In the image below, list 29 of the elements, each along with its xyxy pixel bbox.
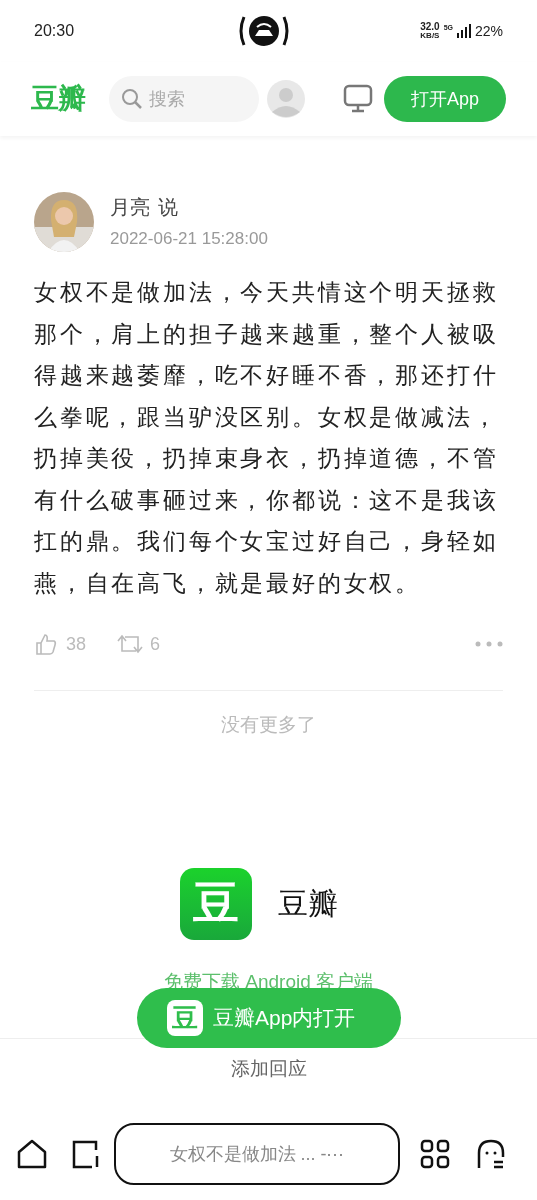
post-time: 2022-06-21 15:28:00 — [110, 228, 268, 251]
home-icon[interactable] — [16, 1138, 48, 1170]
thumbs-up-icon[interactable] — [34, 632, 58, 656]
reshare-count: 6 — [150, 632, 161, 656]
open-app-button[interactable]: 打开App — [384, 76, 506, 122]
ghost-icon[interactable] — [476, 1139, 506, 1169]
post-body: 女权不是做加法，今天共情这个明天拯救那个，肩上的担子越来越重，整个人被吸得越来越萎靡，吃不好睡不香，那还打什么拳呢，跟当驴没区别。女权是做减法，扔掉美役，扔掉束身衣，扔掉道德，不管有什么破事砸过来，你都说：这不是我该扛的鼎。我们每个女宝过好自己，身轻如燕，自在高飞，就是最好的女权。 — [34, 278, 500, 598]
author-name[interactable]: 月亮 — [110, 192, 150, 223]
add-reply[interactable]: 添加回应 — [230, 1055, 307, 1084]
search-input[interactable]: 搜索 — [149, 85, 239, 113]
search-field[interactable]: 搜索 — [109, 76, 259, 122]
end-note: 没有更多了 — [221, 714, 316, 735]
battery-level: 22% — [474, 21, 503, 41]
address-text: 女权不是做加法 ... -⋯ — [169, 1142, 345, 1166]
app-icon[interactable]: 豆 — [179, 867, 252, 940]
app-name: 豆瓣 — [277, 886, 339, 922]
app-badge-icon: 豆 — [167, 1000, 203, 1036]
logo[interactable]: 豆瓣 — [31, 78, 101, 120]
signal-icon — [456, 24, 471, 38]
open-in-app-button[interactable]: 豆 豆瓣App内打开 — [137, 988, 401, 1048]
monitor-icon[interactable] — [343, 84, 373, 114]
search-icon — [121, 88, 143, 110]
post-verb: 说 — [158, 195, 178, 221]
grid-icon[interactable] — [420, 1139, 450, 1169]
clock: 20:30 — [34, 21, 76, 41]
like-count: 38 — [66, 632, 87, 656]
speed-unit: KB/S — [420, 32, 440, 40]
network-speed: 32.0 — [420, 22, 440, 32]
address-bar[interactable]: 女权不是做加法 ... -⋯ — [114, 1123, 400, 1185]
